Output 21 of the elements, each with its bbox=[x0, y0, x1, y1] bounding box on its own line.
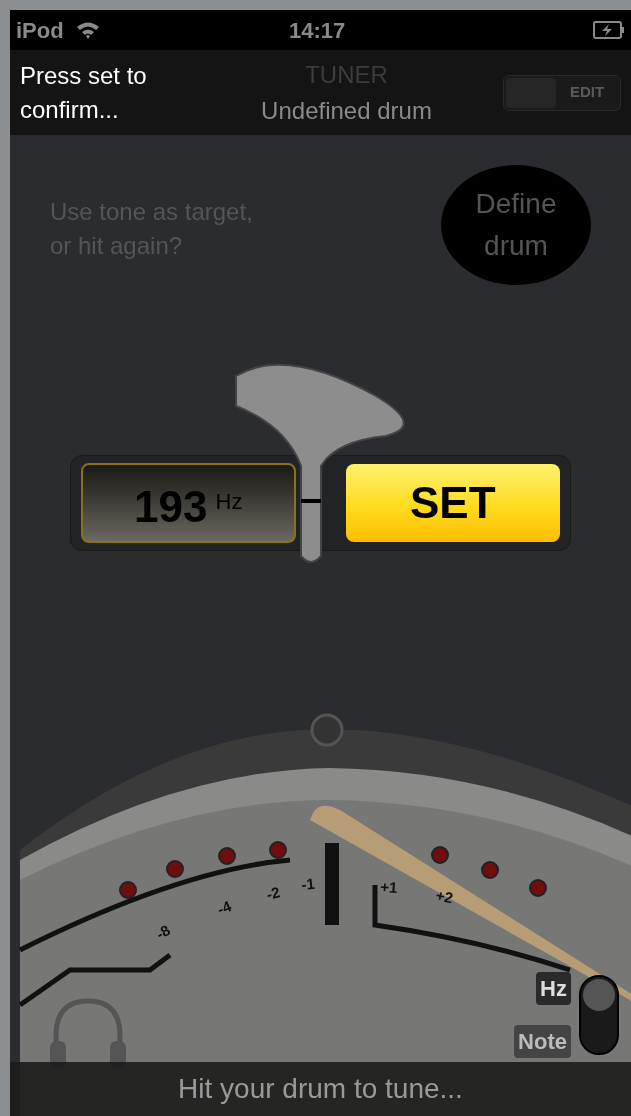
set-button[interactable]: SET bbox=[345, 464, 560, 542]
scale-label: -1 bbox=[300, 874, 316, 893]
device-name: iPod bbox=[16, 16, 64, 45]
unit-switch[interactable] bbox=[579, 975, 619, 1055]
drum-name: Undefined drum bbox=[261, 95, 432, 126]
scale-label: -2 bbox=[264, 883, 282, 903]
frequency-value: 193 bbox=[134, 485, 208, 529]
clock-time: 14:17 bbox=[289, 16, 346, 45]
define-drum-button[interactable]: Define drum bbox=[441, 165, 591, 285]
edit-label: EDIT bbox=[568, 82, 606, 103]
wifi-icon bbox=[75, 21, 100, 39]
unit-option[interactable]: Hz bbox=[536, 972, 571, 1005]
frequency-unit: Hz bbox=[215, 488, 243, 516]
scale-label: -4 bbox=[214, 897, 234, 918]
scale-label: -8 bbox=[153, 921, 174, 943]
unit-option[interactable]: Note bbox=[514, 1025, 571, 1058]
scale-label: +2 bbox=[434, 886, 455, 907]
battery-icon bbox=[593, 21, 625, 39]
tune-hint: Hit your drum to tune... bbox=[178, 1072, 463, 1106]
scale-label: +1 bbox=[379, 878, 399, 897]
confirm-prompt: Press set to confirm... bbox=[20, 60, 148, 125]
